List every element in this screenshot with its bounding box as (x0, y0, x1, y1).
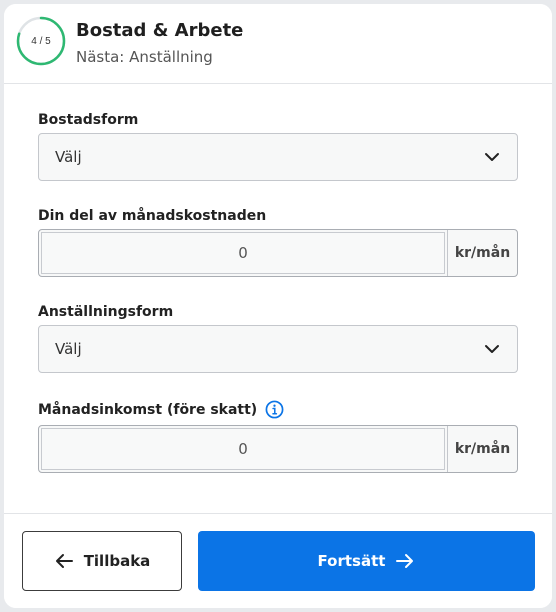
next-step-subtitle: Nästa: Anställning (76, 48, 213, 66)
chevron-down-icon (485, 153, 499, 161)
housing-cost-unit: kr/mån (447, 230, 517, 276)
income-field: 0 kr/mån (38, 425, 518, 473)
housing-cost-field: 0 kr/mån (38, 229, 518, 277)
step-progress-ring: 4 / 5 (16, 16, 66, 66)
housing-cost-label-text: Din del av månadskostnaden (38, 208, 267, 224)
employment-label-text: Anställningsform (38, 304, 174, 320)
back-button[interactable]: Tillbaka (22, 531, 182, 591)
income-label: Månadsinkomst (före skatt) (38, 400, 284, 419)
page-title: Bostad & Arbete (76, 20, 244, 41)
arrow-left-icon (55, 554, 73, 568)
employment-label: Anställningsform (38, 304, 173, 320)
back-button-label: Tillbaka (83, 552, 151, 570)
housing-label-text: Bostadsform (38, 112, 139, 128)
header: 4 / 5 Bostad & Arbete Nästa: Anställning (4, 4, 552, 84)
form-card: 4 / 5 Bostad & Arbete Nästa: Anställning… (4, 4, 552, 608)
arrow-right-icon (396, 554, 414, 568)
info-icon[interactable] (265, 400, 284, 419)
housing-select[interactable]: Välj (38, 133, 518, 181)
housing-label: Bostadsform (38, 112, 138, 128)
step-counter: 4 / 5 (31, 35, 51, 47)
chevron-down-icon (485, 345, 499, 353)
housing-cost-label: Din del av månadskostnaden (38, 208, 266, 224)
employment-select[interactable]: Välj (38, 325, 518, 373)
income-unit: kr/mån (447, 426, 517, 472)
housing-select-value: Välj (55, 148, 82, 166)
income-label-text: Månadsinkomst (före skatt) (38, 401, 258, 418)
employment-select-value: Välj (55, 340, 82, 358)
income-input[interactable]: 0 (41, 428, 445, 470)
continue-button[interactable]: Fortsätt (198, 531, 535, 591)
housing-cost-input[interactable]: 0 (41, 232, 445, 274)
continue-button-label: Fortsätt (317, 552, 386, 570)
footer: Tillbaka Fortsätt (4, 513, 552, 608)
